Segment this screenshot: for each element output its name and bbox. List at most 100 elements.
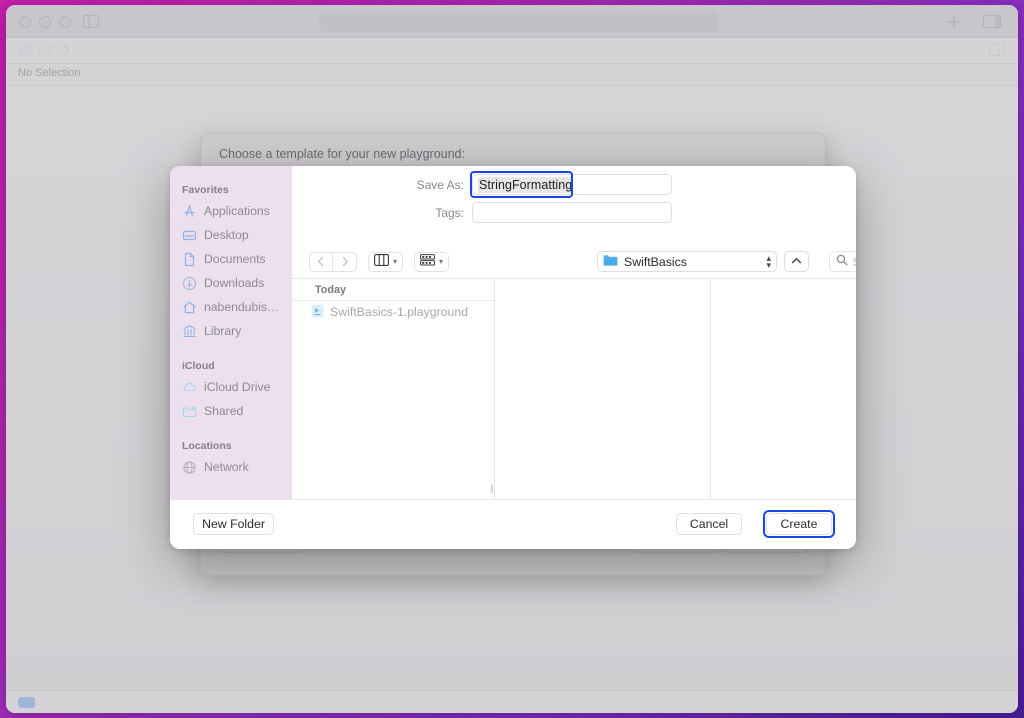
sidebar-item-label: Downloads [204,276,264,290]
chevron-up-icon [791,257,802,267]
tags-label: Tags: [292,206,472,220]
group-options-button[interactable]: ▾ [414,252,449,272]
sidebar-item-downloads[interactable]: Downloads [170,271,292,295]
playground-file-icon [311,304,324,321]
save-fields-area: Save As: StringFormatting Tags: [292,166,856,245]
search-icon [836,253,848,271]
file-browser: Today SwiftBasics-1.playground || [292,278,856,499]
toolbar-divider [38,45,39,57]
chevron-down-icon: ▾ [439,257,443,266]
xcode-status-bar: No Selection [6,64,1018,86]
no-selection-label: No Selection [18,67,80,79]
sidebar-item-label: Library [204,324,241,338]
chevron-right-icon[interactable] [60,43,72,62]
save-as-value: StringFormatting [478,177,573,193]
save-as-row: Save As: StringFormatting [292,174,856,195]
path-popup-value: SwiftBasics [624,255,687,269]
navigation-segmented-control[interactable] [309,252,357,272]
bottom-status-pill[interactable] [18,697,35,708]
column-header-today: Today [292,279,494,301]
home-icon [182,300,197,315]
tags-row: Tags: [292,202,856,223]
list-item[interactable]: SwiftBasics-1.playground [292,301,494,323]
save-dialog-content: Save As: StringFormatting Tags: [292,166,856,499]
path-popup-button[interactable]: SwiftBasics ▴▾ [597,251,777,272]
chevron-down-icon: ▾ [393,257,397,266]
save-dialog-footer: New Folder Cancel Create [170,499,856,549]
sidebar-item-home[interactable]: nabendubis… [170,295,292,319]
sidebar-item-network[interactable]: Network [170,455,292,479]
sidebar-section-header-locations: Locations [170,440,292,455]
xcode-titlebar [6,5,1018,38]
minimize-button[interactable] [39,16,51,28]
sidebar-item-label: Documents [204,252,266,266]
sidebar-item-applications[interactable]: Applications [170,199,292,223]
save-as-field-wrapper[interactable]: StringFormatting [472,174,672,195]
zoom-button[interactable] [59,16,71,28]
chevron-left-icon[interactable] [44,43,56,62]
column-view-icon [374,253,389,271]
xcode-bottom-bar [6,690,1018,713]
folder-icon [603,254,618,269]
save-dialog-sidebar: Favorites Applications Desktop [170,166,292,499]
save-as-input[interactable]: StringFormatting [472,174,672,195]
grid-icon[interactable] [18,43,32,62]
sidebar-section-header-favorites: Favorites [170,184,292,199]
library-icon [182,324,197,339]
search-input[interactable]: Search [829,251,856,272]
sidebar-item-label: Network [204,460,249,474]
browser-column-1[interactable]: Today SwiftBasics-1.playground || [292,279,495,499]
network-globe-icon [182,460,197,475]
tags-input[interactable] [472,202,672,223]
save-as-label: Save As: [292,178,472,192]
traffic-lights[interactable] [19,16,71,28]
tab-bar-pill[interactable] [319,12,719,32]
sidebar-item-icloud-drive[interactable]: iCloud Drive [170,375,292,399]
sidebar-spacer [170,423,292,436]
browser-column-3[interactable] [711,279,856,499]
save-dialog-toolbar: ▾ ▾ [292,245,856,278]
sidebar-item-label: Applications [204,204,270,218]
shared-folder-icon [182,404,197,419]
sidebar-item-label: Desktop [204,228,249,242]
applications-icon [182,204,197,219]
sidebar-item-label: Shared [204,404,243,418]
icloud-drive-icon [182,380,197,395]
save-dialog-main: Favorites Applications Desktop [170,166,856,499]
column-resize-handle[interactable]: || [490,483,493,493]
xcode-subtoolbar [6,38,1018,64]
downloads-icon [182,276,197,291]
search-placeholder: Search [853,255,856,269]
new-folder-button[interactable]: New Folder [193,513,274,535]
cancel-button[interactable]: Cancel [676,513,742,535]
desktop-background: No Selection Choose a template for your … [0,0,1024,718]
go-up-button[interactable] [784,251,809,272]
plus-icon[interactable] [947,15,961,34]
sidebar-section-header-icloud: iCloud [170,360,292,375]
sidebar-item-documents[interactable]: Documents [170,247,292,271]
right-inspector-icon[interactable] [989,43,1005,61]
sidebar-item-desktop[interactable]: Desktop [170,223,292,247]
sidebar-item-shared[interactable]: Shared [170,399,292,423]
desktop-icon [182,228,197,243]
create-button[interactable]: Create [766,513,832,535]
inspector-toggle-icon[interactable] [983,15,1001,33]
group-options-icon [420,253,435,271]
save-dialog: Favorites Applications Desktop [170,166,856,549]
file-name: SwiftBasics-1.playground [330,305,468,319]
forward-button[interactable] [333,252,357,272]
document-icon [182,252,197,267]
sidebar-item-label: iCloud Drive [204,380,270,394]
close-button[interactable] [19,16,31,28]
back-button[interactable] [309,252,333,272]
sidebar-item-library[interactable]: Library [170,319,292,343]
chevron-right-icon [341,256,349,267]
template-prompt-label: Choose a template for your new playgroun… [219,147,465,161]
browser-column-2[interactable] [495,279,711,499]
sidebar-toggle-icon[interactable] [83,15,99,33]
sidebar-spacer [170,343,292,356]
view-mode-button[interactable]: ▾ [368,252,403,272]
stepper-icon: ▴▾ [766,255,771,269]
chevron-left-icon [317,256,325,267]
sidebar-item-label: nabendubis… [204,300,279,314]
